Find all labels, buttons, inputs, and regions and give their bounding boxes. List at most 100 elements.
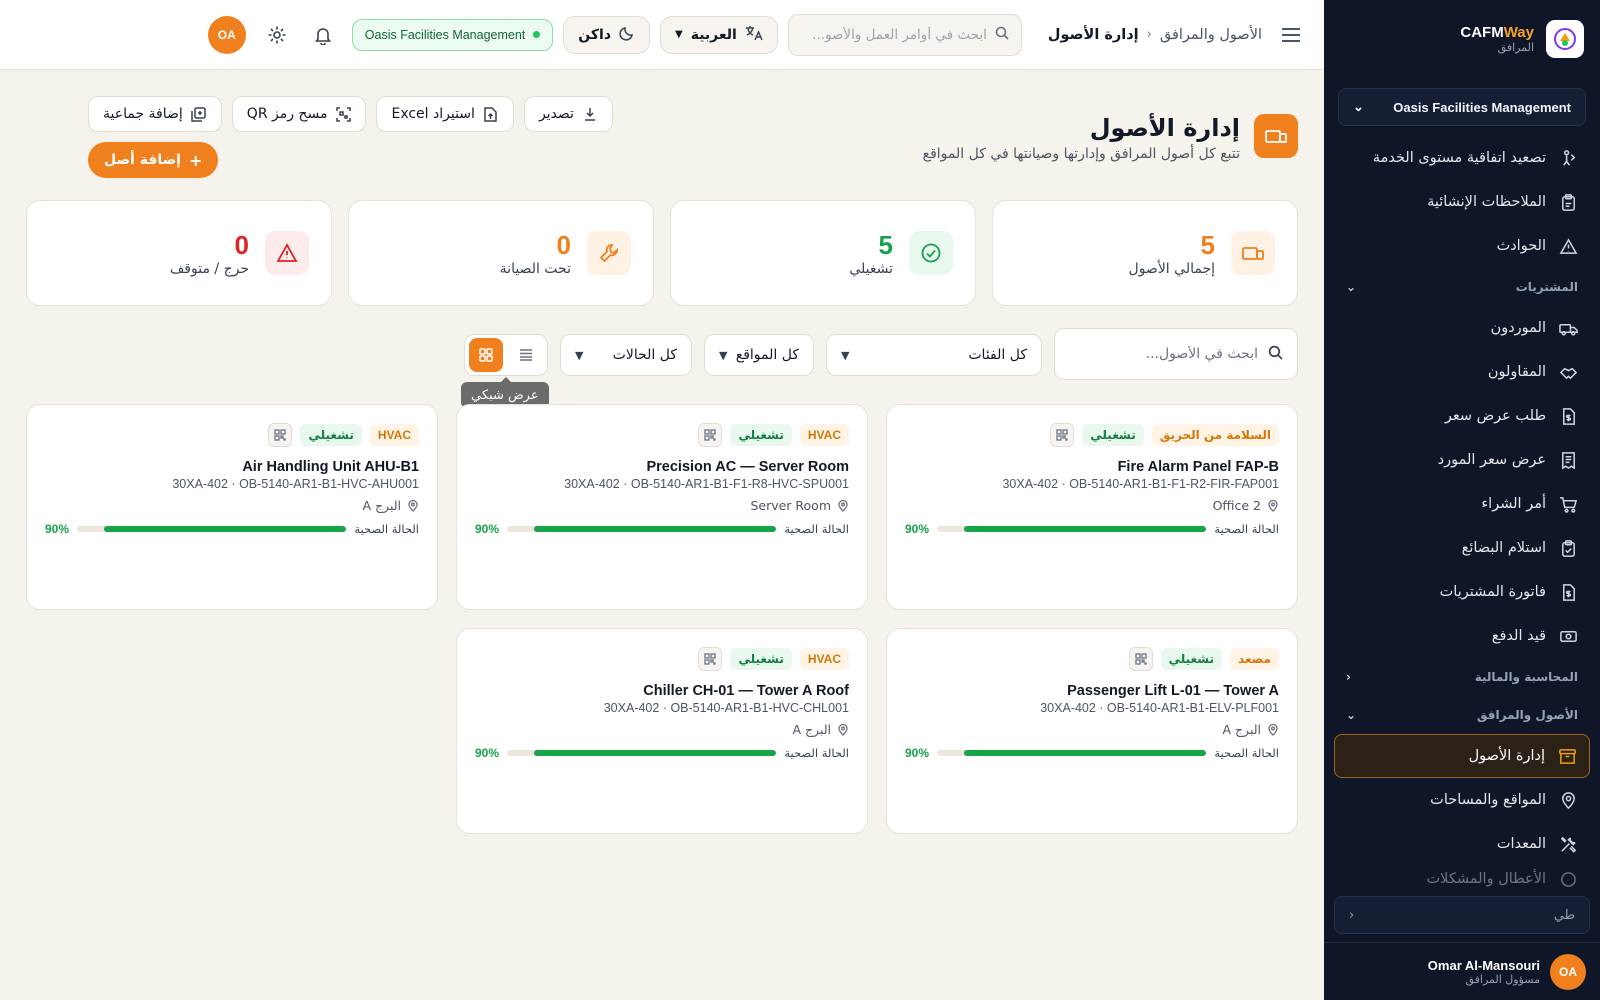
health-row: الحالة الصحية 90%	[905, 746, 1279, 760]
asset-code: 30XA-402 · OB-5140-AR1-B1-HVC-AHU001	[172, 477, 419, 491]
chevron-left-icon: ‹	[1349, 907, 1355, 923]
list-view-button[interactable]	[509, 338, 543, 372]
qr-code-button[interactable]	[268, 423, 293, 447]
health-row: الحالة الصحية 90%	[905, 522, 1279, 536]
main-content: إدارة الأصول تتبع كل أصول المرافق وإدارت…	[0, 70, 1324, 1000]
sidebar-item-label: الأعطال والمشكلات	[1426, 871, 1546, 887]
grid-view-button[interactable]	[469, 338, 503, 372]
breadcrumb-current: إدارة الأصول	[1047, 26, 1139, 43]
theme-label: داكن	[578, 26, 612, 43]
category-badge: مصعد	[1230, 648, 1279, 670]
asset-code: 30XA-402 · OB-5140-AR1-B1-HVC-CHL001	[603, 701, 849, 715]
asset-location: البرج A	[475, 722, 849, 737]
category-filter-value: كل الفئات	[968, 347, 1027, 363]
bulk-add-button[interactable]: إضافة جماعية	[88, 96, 222, 132]
sidebar-item-sla-escalation[interactable]: تصعيد اتفاقية مستوى الخدمة	[1334, 136, 1590, 180]
theme-toggle[interactable]: داكن	[563, 15, 651, 54]
warning-triangle-icon	[265, 231, 309, 275]
health-label: الحالة الصحية	[1214, 746, 1279, 760]
sidebar-item-asset-management[interactable]: إدارة الأصول	[1334, 734, 1590, 778]
sidebar-section-procurement[interactable]: المشتريات ⌄	[1334, 268, 1590, 306]
health-bar-fill	[963, 526, 1207, 532]
sidebar-item-suppliers[interactable]: الموردون	[1334, 306, 1590, 350]
health-label: الحالة الصحية	[784, 746, 849, 760]
sidebar-item-faults[interactable]: الأعطال والمشكلات	[1334, 866, 1590, 892]
asset-code: 30XA-402 · OB-5140-AR1-B1-ELV-PLF001	[1040, 701, 1279, 715]
sidebar-item-incidents[interactable]: الحوادث	[1334, 224, 1590, 268]
asset-card[interactable]: HVAC تشغيلي Chiller CH-01 — Tower A Roof…	[456, 628, 868, 834]
qr-code-button[interactable]	[698, 423, 723, 447]
sidebar: CAFMWay المرافق Oasis Facilities Managem…	[1324, 0, 1600, 1000]
status-dot	[533, 31, 541, 38]
sidebar-item-contractors[interactable]: المقاولون	[1334, 350, 1590, 394]
bulk-add-label: إضافة جماعية	[103, 106, 183, 122]
sidebar-collapse-button[interactable]: طي ‹	[1334, 896, 1590, 934]
org-selector[interactable]: Oasis Facilities Management ⌄	[1338, 88, 1586, 126]
asset-code: 30XA-402 · OB-5140-AR1-B1-F1-R8-HVC-SPU0…	[564, 477, 849, 491]
language-selector[interactable]: العربية ▼	[660, 15, 778, 54]
sidebar-section-assets[interactable]: الأصول والمرافق ⌄	[1334, 696, 1590, 734]
scan-qr-button[interactable]: مسح رمز QR	[231, 96, 367, 132]
sidebar-item-label: إدارة الأصول	[1468, 748, 1545, 764]
asset-location: Office 2	[905, 498, 1279, 513]
export-button[interactable]: تصدير	[523, 96, 613, 132]
sidebar-item-rfq[interactable]: طلب عرض سعر	[1334, 394, 1590, 438]
asset-card[interactable]: مصعد تشغيلي Passenger Lift L-01 — Tower …	[886, 628, 1298, 834]
asset-card[interactable]: HVAC تشغيلي Air Handling Unit AHU-B1 30X…	[26, 404, 438, 610]
map-pin-icon	[1267, 499, 1279, 512]
health-bar-fill	[533, 750, 777, 756]
search-icon	[1268, 345, 1283, 364]
top-header: الأصول والمرافق ‹ إدارة الأصول العربية ▼…	[0, 0, 1324, 70]
breadcrumb-parent[interactable]: الأصول والمرافق	[1160, 27, 1262, 43]
health-bar	[937, 750, 1207, 756]
sidebar-user[interactable]: OA Omar Al-Mansouri مسؤول المرافق	[1324, 942, 1600, 1000]
map-pin-icon	[837, 499, 849, 512]
import-excel-button[interactable]: استيراد Excel	[376, 96, 514, 132]
asset-search-input[interactable]	[1069, 346, 1258, 362]
add-asset-button[interactable]: + إضافة أصل	[88, 142, 219, 178]
sidebar-item-locations[interactable]: المواقع والمساحات	[1334, 778, 1590, 822]
sidebar-item-equipment[interactable]: المعدات	[1334, 822, 1590, 866]
qr-icon	[274, 429, 287, 441]
sidebar-item-payment-entry[interactable]: قيد الدفع	[1334, 614, 1590, 658]
truck-icon	[1558, 318, 1578, 338]
file-upload-icon	[483, 106, 499, 122]
section-label: الأصول والمرافق	[1476, 708, 1578, 722]
location-filter[interactable]: كل المواقع ▼	[704, 334, 814, 376]
translate-icon	[745, 25, 763, 45]
sidebar-brand[interactable]: CAFMWay المرافق	[1324, 0, 1600, 78]
asset-name: Fire Alarm Panel FAP-B	[1117, 459, 1279, 475]
sidebar-item-structural-notes[interactable]: الملاحظات الإنشائية	[1334, 180, 1590, 224]
list-icon	[520, 349, 532, 361]
qr-icon	[1134, 653, 1147, 665]
health-row: الحالة الصحية 90%	[45, 522, 419, 536]
category-filter[interactable]: كل الفئات ▼	[826, 334, 1042, 376]
qr-code-button[interactable]	[1128, 647, 1153, 671]
qr-code-button[interactable]	[1050, 423, 1075, 447]
org-badge-label: Oasis Facilities Management	[364, 27, 526, 42]
menu-icon[interactable]	[1276, 20, 1306, 50]
stat-value: 0	[234, 229, 249, 260]
health-row: الحالة الصحية 90%	[475, 522, 849, 536]
sidebar-item-purchase-invoice[interactable]: فاتورة المشتريات	[1334, 570, 1590, 614]
alert-icon	[1558, 869, 1578, 889]
status-filter[interactable]: كل الحالات ▼	[560, 334, 692, 376]
sidebar-item-label: قيد الدفع	[1491, 628, 1546, 644]
sidebar-item-goods-receipt[interactable]: استلام البضائع	[1334, 526, 1590, 570]
status-badge: تشغيلي	[730, 424, 792, 446]
sidebar-item-supplier-quote[interactable]: عرض سعر المورد	[1334, 438, 1590, 482]
global-search-input[interactable]	[800, 26, 987, 43]
asset-card[interactable]: HVAC تشغيلي Precision AC — Server Room 3…	[456, 404, 868, 610]
status-badge: تشغيلي	[1082, 424, 1144, 446]
qr-code-button[interactable]	[698, 647, 723, 671]
sidebar-section-accounting[interactable]: المحاسبة والمالية ‹	[1334, 658, 1590, 696]
view-toggle	[464, 334, 548, 376]
brand-subtitle: المرافق	[1497, 41, 1534, 54]
avatar[interactable]: OA	[207, 15, 246, 54]
gear-icon[interactable]	[260, 18, 294, 52]
asset-card[interactable]: السلامة من الحريق تشغيلي Fire Alarm Pane…	[886, 404, 1298, 610]
sidebar-item-purchase-order[interactable]: أمر الشراء	[1334, 482, 1590, 526]
bell-icon[interactable]	[306, 18, 340, 52]
sidebar-item-label: عرض سعر المورد	[1437, 452, 1546, 468]
stat-label: تحت الصيانة	[499, 260, 571, 277]
